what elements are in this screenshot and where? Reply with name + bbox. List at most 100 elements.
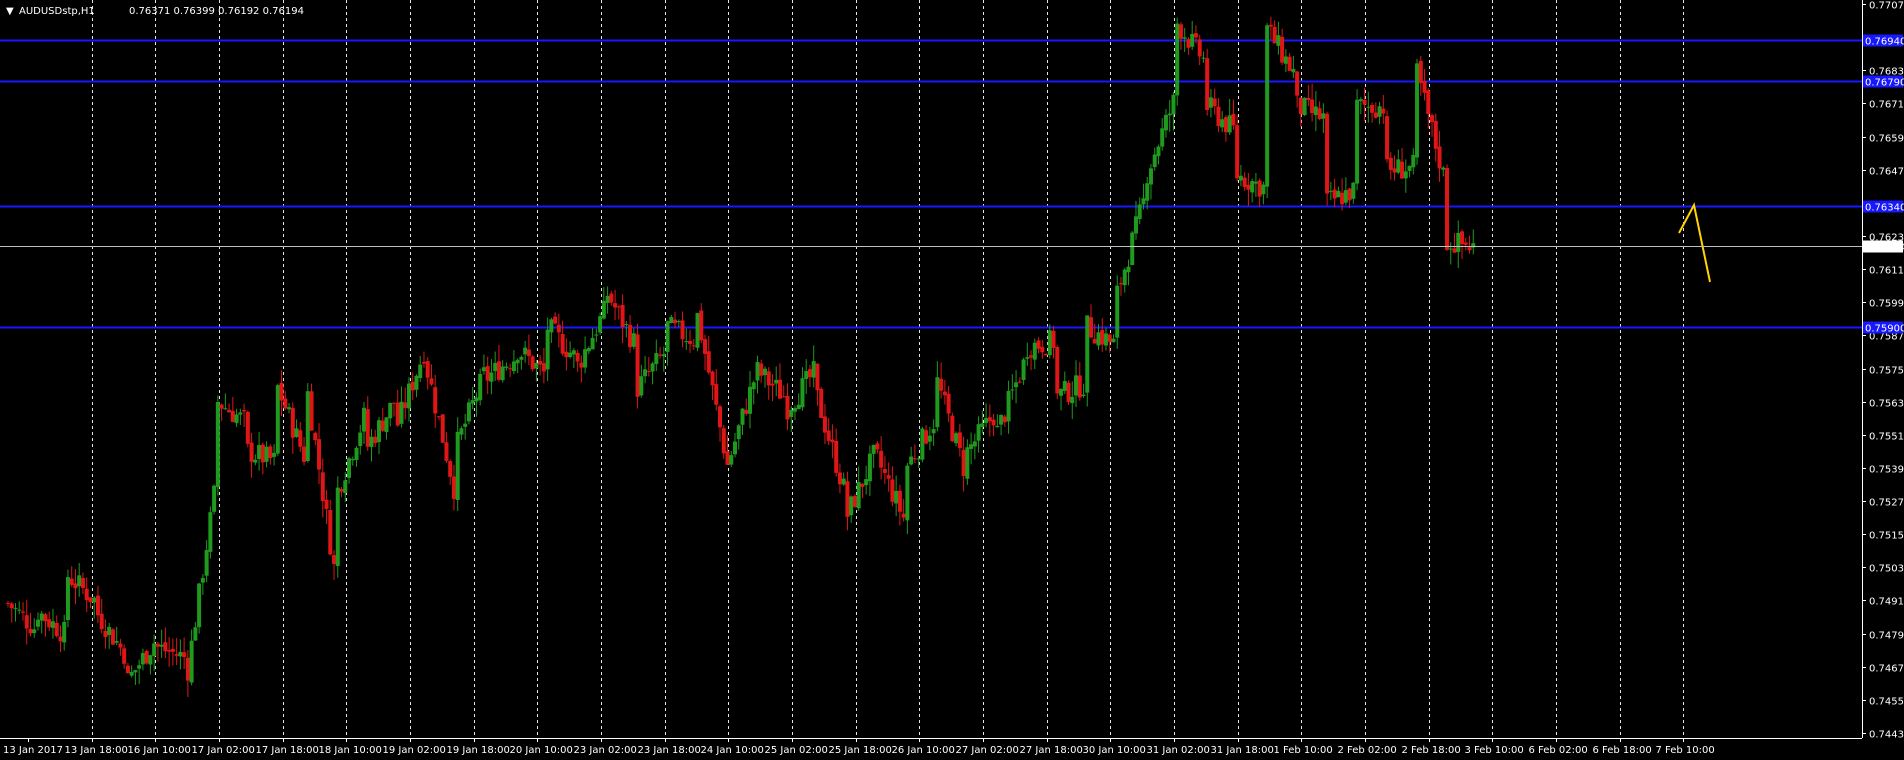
candle-body [305,391,310,461]
candle-body [1283,56,1288,64]
candle-body [1268,24,1273,27]
candle-body [718,406,723,428]
candle-body [1201,57,1206,59]
time-axis[interactable]: 13 Jan 2017 13 Jan 18:00 16 Jan 10:00 17 Ja… [3,738,1715,756]
candle-body [197,583,202,628]
candle-body [1430,115,1435,123]
candle-body [695,313,700,348]
candle-body [1178,24,1183,39]
candle-body [238,412,243,415]
candle-body [328,510,333,555]
candle-body [294,428,299,438]
candle-body [219,404,224,409]
ohlc-values: 0.76371 0.76399 0.76192 0.76194 [129,6,304,17]
candle-body [1044,353,1049,356]
price-axis[interactable]: 0.770700.769500.768300.767100.765900.764… [1862,1,1904,741]
candle-body [444,442,449,461]
candle-body [1126,266,1131,273]
price-tick-label: 0.74550 [1869,697,1904,708]
candle-body [1077,375,1082,398]
candle-body [1074,375,1079,396]
price-tick-label: 0.76110 [1869,266,1904,277]
candle-body [635,334,640,397]
candle-body [594,334,599,336]
candle-body [1276,35,1281,46]
candle-body [1422,80,1427,93]
candle-body [650,363,655,372]
chart-menu-icon[interactable]: ▼ [6,6,14,17]
candle-body [680,320,685,340]
candle-body [313,432,318,441]
time-tick-label: 19 Jan 18:00 [447,745,510,756]
symbol-timeframe-label: AUDUSDstp,H1 [19,6,95,17]
candle-body [631,333,636,347]
candle-body [875,443,880,450]
candle-body [290,407,295,438]
candle-body [1257,180,1262,197]
candle-body [815,363,820,391]
candle-body [837,472,842,485]
plot-background [0,0,1862,738]
time-tick-label: 23 Jan 02:00 [574,745,637,756]
candle-body [1197,39,1202,57]
candle-body [710,371,715,386]
candle-body [879,450,884,468]
candle-body [1291,69,1296,73]
candle-body [575,353,580,362]
candle-body [946,393,951,414]
candle-body [1029,355,1034,358]
candle-body [155,643,160,647]
candle-body [17,609,22,611]
candle-body [1445,167,1450,250]
candle-body [935,377,940,428]
candle-body [916,458,921,460]
candle-body [215,402,220,488]
chart-window[interactable]: ▼ AUDUSDstp,H1 0.76371 0.76399 0.76192 0… [0,0,1904,760]
candle-body [69,578,74,585]
candle-body [99,613,104,630]
candle-body [227,409,232,413]
candle-body [1006,390,1011,422]
candle-body [1448,248,1453,250]
candle-body [1231,113,1236,126]
price-tick-label: 0.75150 [1869,531,1904,542]
candle-body [950,415,955,442]
candle-body [714,384,719,405]
candle-body [1467,247,1472,251]
candle-body [268,446,273,459]
candle-body [969,444,974,449]
candle-body [931,429,936,434]
time-tick-label: 2 Feb 02:00 [1338,745,1397,756]
candle-body [556,324,561,333]
candle-body [62,621,67,643]
chart-header: ▼ AUDUSDstp,H1 0.76371 0.76399 0.76192 0… [6,6,304,17]
candle-body [598,316,603,333]
candle-body [421,361,426,364]
candle-body [729,455,734,465]
time-tick-label: 2 Feb 18:00 [1402,745,1461,756]
price-tick-label: 0.75390 [1869,465,1904,476]
price-tick-label: 0.76590 [1869,134,1904,145]
candle-body [47,619,52,628]
candle-body [88,597,93,603]
candle-body [1040,346,1045,353]
candle-body [1171,94,1176,115]
plot-area[interactable] [0,0,1862,738]
candle-body [54,622,59,637]
candle-body [1242,177,1247,188]
candle-body [1415,63,1420,158]
time-tick-label: 6 Feb 18:00 [1593,745,1652,756]
candle-body [242,409,247,412]
candle-body [1062,381,1067,391]
candle-body [189,640,194,683]
candle-body [249,442,254,462]
candle-body [436,416,441,418]
candle-body [538,360,543,365]
candle-body [451,476,456,499]
candle-body [867,453,872,482]
candle-body [755,362,760,381]
candle-body [9,603,14,609]
candle-body [515,359,520,364]
candle-body [601,300,606,319]
candle-body [1328,190,1333,192]
